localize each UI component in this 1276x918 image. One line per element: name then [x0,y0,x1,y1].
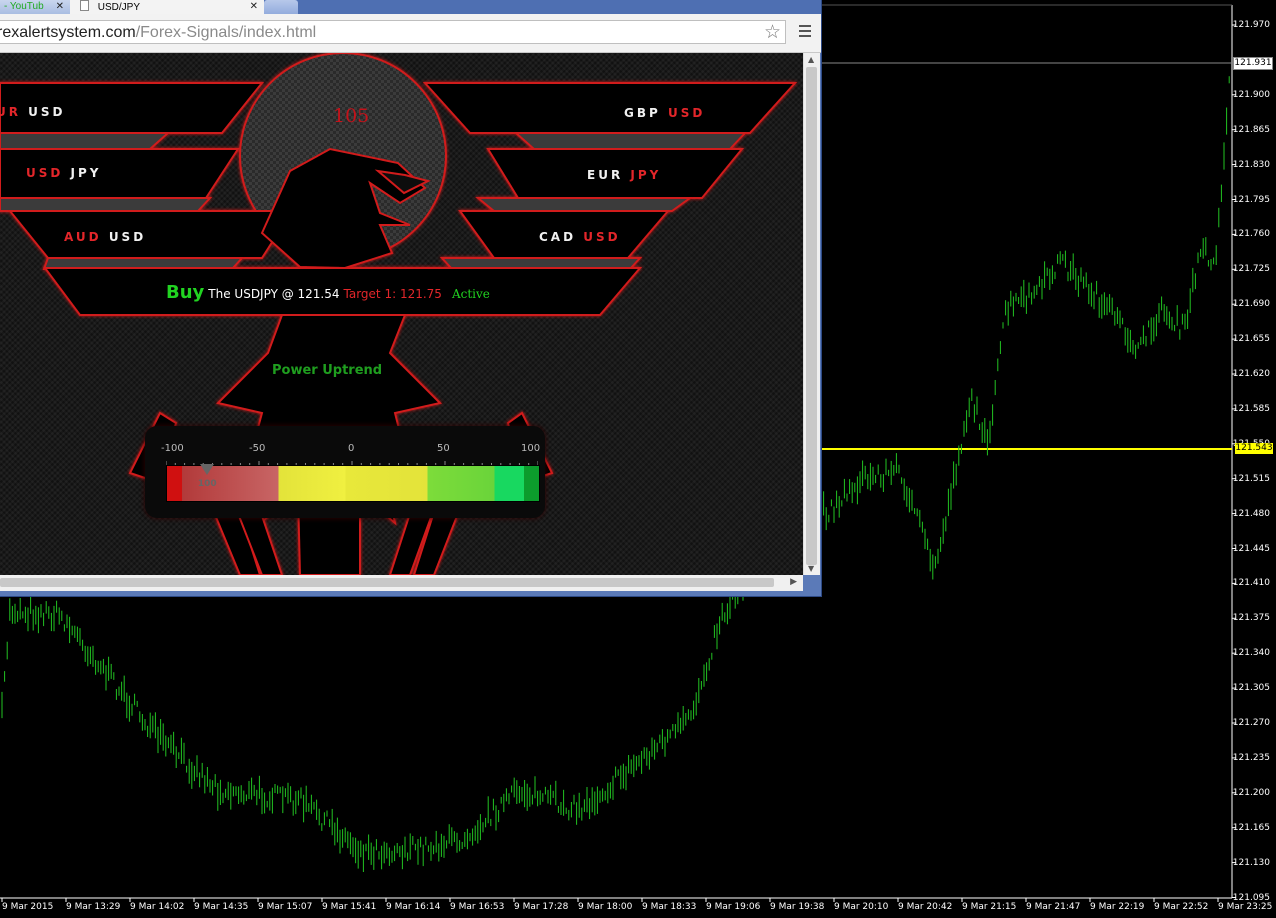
address-bar[interactable]: rexalertsystem.com/Forex-Signals/index.h… [0,20,786,44]
price-tick-label: 121.830 [1232,159,1270,170]
trend-label: Power Uptrend [272,363,383,378]
price-tick-label: 121.130 [1232,857,1270,868]
bookmark-star-icon[interactable]: ☆ [764,21,781,43]
pair-gbp-usd[interactable]: GBP USD [624,106,705,120]
browser-toolbar: rexalertsystem.com/Forex-Signals/index.h… [0,14,821,53]
price-tick-label: 121.445 [1232,543,1270,554]
price-tick-label: 121.620 [1232,369,1270,379]
gauge-tick: -100 [161,443,184,454]
close-icon[interactable]: ✕ [56,0,64,14]
signal-text: The USDJPY @ 121.54 [208,287,340,301]
browser-window: - YouTub ✕ USD/JPY ✕ rexalertsystem.com/… [0,0,821,596]
gauge-tick: 0 [348,443,355,454]
gauge-tick: 50 [437,443,450,454]
price-tick-label: 121.690 [1232,299,1270,310]
time-tick-label: 9 Mar 17:28 [514,902,569,912]
price-tick-label: 121.900 [1232,89,1270,100]
signal-line: Buy The USDJPY @ 121.54 Target 1: 121.75 Ac… [166,282,490,303]
time-tick-label: 9 Mar 15:07 [258,902,313,912]
signal-counter: 105 [333,105,370,127]
new-tab-button[interactable] [264,0,298,14]
pair-usd-jpy[interactable]: USD JPY [26,166,102,180]
time-tick-label: 9 Mar 16:53 [450,902,505,912]
price-tick-label: 121.270 [1232,718,1270,728]
price-tick-label: 121.655 [1232,334,1270,345]
web-page: UR USD USD JPY AUD USD GBP USD EUR JPY C… [0,53,803,575]
time-tick-label: 9 Mar 20:10 [834,902,889,912]
price-tick-label: 121.200 [1232,787,1270,798]
time-tick-label: 9 Mar 21:15 [962,902,1017,912]
scroll-up-icon[interactable]: ▲ [808,55,814,64]
time-tick-label: 9 Mar 22:52 [1154,902,1209,912]
pair-eur-usd[interactable]: UR USD [0,105,66,119]
url-path: /Forex-Signals/index.html [135,24,317,41]
time-tick-label: 9 Mar 13:29 [66,902,121,912]
signal-action: Buy [166,282,205,303]
tab-label: USD/JPY [97,2,141,13]
time-tick-label: 9 Mar 14:35 [194,902,249,912]
gauge-value: 100 [197,479,217,489]
price-tick-label: 121.585 [1232,403,1270,414]
signal-status: Active [451,287,490,301]
page-icon [80,0,89,11]
time-tick-label: 9 Mar 22:19 [1090,902,1145,912]
time-tick-label: 9 Mar 20:42 [898,902,953,912]
tab-strip: - YouTub ✕ USD/JPY ✕ [0,0,821,14]
horizontal-scrollbar[interactable]: ▶ [0,575,803,591]
menu-icon[interactable] [799,25,811,40]
url-text[interactable]: rexalertsystem.com/Forex-Signals/index.h… [0,24,316,42]
scroll-right-icon[interactable]: ▶ [790,577,797,587]
scroll-down-icon[interactable]: ▼ [808,564,814,573]
price-tick-label: 121.165 [1232,822,1270,833]
price-tick-label: 121.795 [1232,194,1270,205]
scroll-thumb[interactable] [806,67,817,565]
price-tick-label: 121.375 [1232,613,1270,624]
price-tick-label: 121.305 [1232,683,1270,694]
time-tick-label: 9 Mar 21:47 [1026,902,1081,912]
strength-gauge: -100 -50 0 50 100 100 [145,426,545,518]
gauge-pointer-icon [199,464,214,475]
gauge-tick: 100 [521,443,541,454]
price-tick-label: 121.095 [1232,892,1270,903]
pair-cad-usd[interactable]: CAD USD [539,230,621,244]
time-tick-label: 9 Mar 16:14 [386,902,441,912]
pair-eur-jpy[interactable]: EUR JPY [587,168,661,182]
price-tick-label: 121.480 [1232,508,1270,519]
vertical-scrollbar[interactable]: ▲ ▼ [803,53,820,575]
signal-target: Target 1: 121.75 [343,287,442,301]
time-tick-label: 9 Mar 19:06 [706,902,761,912]
price-tick-label: 121.235 [1232,752,1270,763]
price-tick-label: 121.410 [1232,578,1270,589]
price-tick-label: 121.760 [1232,229,1270,240]
tab-youtube[interactable]: - YouTub ✕ [0,0,70,14]
bid-price-badge: 121.543 [1235,443,1273,454]
time-tick-label: 9 Mar 19:38 [770,902,825,912]
time-tick-label: 9 Mar 23:25 [1218,902,1273,912]
pair-aud-usd[interactable]: AUD USD [64,230,146,244]
current-price-badge: 121.931 [1233,57,1273,70]
scroll-thumb[interactable] [0,578,774,587]
close-icon[interactable]: ✕ [250,0,258,14]
tab-usdjpy[interactable]: USD/JPY ✕ [70,0,264,14]
price-tick-label: 121.865 [1232,124,1270,135]
tab-label: - YouTub [4,1,44,12]
time-tick-label: 9 Mar 14:02 [130,902,185,912]
time-tick-label: 9 Mar 2015 [2,902,54,912]
gauge-tick: -50 [249,443,266,454]
time-tick-label: 9 Mar 15:41 [322,902,377,912]
price-tick-label: 121.515 [1232,473,1270,484]
price-tick-label: 121.340 [1232,648,1270,659]
price-tick-label: 121.725 [1232,264,1270,275]
price-tick-label: 121.970 [1232,20,1270,30]
gauge-bar [166,465,540,502]
time-tick-label: 9 Mar 18:33 [642,902,697,912]
url-domain: rexalertsystem.com [0,24,136,41]
time-tick-label: 9 Mar 18:00 [578,902,633,912]
